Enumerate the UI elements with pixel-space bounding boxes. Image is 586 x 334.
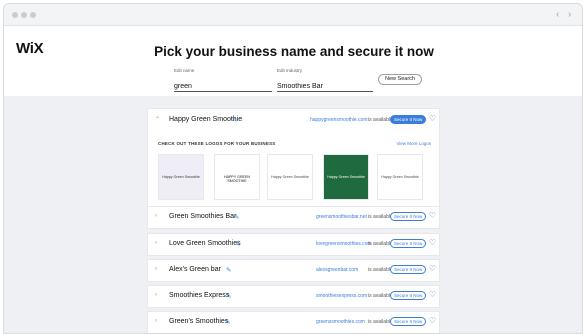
result-row[interactable]: › Green Smoothies Bar ✎ greensmoothiesbar.n…: [148, 207, 441, 229]
window-control-dot[interactable]: [12, 12, 18, 18]
featured-result-row[interactable]: ⌃ Happy Green Smoothie ✎ happygreensmoot…: [148, 110, 441, 132]
results-area: ⌃ Happy Green Smoothie ✎ happygreensmoot…: [4, 96, 582, 333]
edit-pencil-icon[interactable]: ✎: [235, 240, 240, 248]
logos-heading: CHECK OUT THESE LOGOS FOR YOUR BUSINESS: [158, 141, 276, 146]
chevron-right-icon[interactable]: ›: [155, 213, 157, 219]
featured-result-card: ⌃ Happy Green Smoothie ✎ happygreensmoot…: [147, 108, 440, 208]
logo-thumbnail-text: Happy Green Smoothie: [162, 175, 200, 179]
result-row[interactable]: › Alex's Green bar ✎ alexsgreenbar.com is av…: [148, 260, 441, 282]
search-header: WiX Pick your business name and secure i…: [4, 26, 582, 96]
result-card[interactable]: › Alex's Green bar ✎ alexsgreenbar.com is av…: [147, 259, 440, 282]
logo-thumbnail[interactable]: Happy Green Smoothie: [377, 154, 423, 200]
browser-toolbar: ‹ ›: [4, 4, 582, 26]
window-control-dot[interactable]: [30, 12, 36, 18]
secure-it-now-button[interactable]: Secure It Now: [390, 115, 427, 124]
back-arrow-icon[interactable]: ‹: [556, 9, 559, 21]
business-name: Alex's Green bar: [169, 266, 221, 273]
logo-thumbnail-text: Happy Green Smoothie: [327, 175, 365, 179]
forward-arrow-icon[interactable]: ›: [568, 9, 571, 21]
logo-thumbnail[interactable]: HAPPY GREEN SMOOTHIE: [214, 154, 260, 200]
result-card[interactable]: › Love Green Smoothies ✎ lovegreensmoothies…: [147, 233, 440, 256]
logo-thumbnail-text: Happy Green Smoothie: [381, 175, 419, 179]
heart-icon[interactable]: ♡: [429, 114, 436, 124]
result-card[interactable]: › Smoothies Express ✎ smoothiesexpress.com i…: [147, 285, 440, 308]
logo-thumbnail[interactable]: Happy Green Smoothie: [323, 154, 369, 200]
chevron-right-icon[interactable]: ›: [155, 266, 157, 272]
heart-icon[interactable]: ♡: [429, 290, 436, 300]
new-search-button[interactable]: New Search: [378, 74, 422, 85]
logo-thumbnail[interactable]: Happy Green Smoothie: [158, 154, 204, 200]
business-name: Smoothies Express: [169, 292, 230, 299]
result-card[interactable]: › Green Smoothies Bar ✎ greensmoothiesbar.n…: [147, 206, 440, 229]
domain-link[interactable]: alexsgreenbar.com: [316, 267, 358, 273]
edit-industry-field: Edit Industry: [277, 68, 373, 93]
heart-icon[interactable]: ♡: [429, 316, 436, 326]
browser-window: ‹ › WiX Pick your business name and secu…: [3, 3, 583, 334]
result-row[interactable]: › Green's Smoothies ✎ greenssmoothies.com is…: [148, 312, 441, 333]
heart-icon[interactable]: ♡: [429, 238, 436, 248]
window-control-dot[interactable]: [21, 12, 27, 18]
logo-thumbnail[interactable]: Happy Green Smoothie: [267, 154, 313, 200]
chevron-right-icon[interactable]: ›: [155, 318, 157, 324]
secure-it-now-button[interactable]: Secure It Now: [390, 265, 427, 274]
business-name: Love Green Smoothies: [169, 240, 241, 247]
chevron-right-icon[interactable]: ›: [155, 292, 157, 298]
business-name: Green's Smoothies: [169, 318, 229, 325]
heart-icon[interactable]: ♡: [429, 211, 436, 221]
edit-name-input[interactable]: [174, 82, 272, 92]
chevron-right-icon[interactable]: ›: [155, 240, 157, 246]
edit-pencil-icon[interactable]: ✎: [226, 266, 231, 274]
secure-it-now-button[interactable]: Secure It Now: [390, 239, 427, 248]
view-more-logos-link[interactable]: View More Logos: [396, 141, 431, 146]
domain-link[interactable]: greenssmoothies.com: [316, 319, 365, 325]
edit-pencil-icon[interactable]: ✎: [225, 318, 230, 326]
edit-pencil-icon[interactable]: ✎: [232, 116, 237, 124]
edit-industry-label: Edit Industry: [277, 68, 303, 73]
edit-industry-input[interactable]: [277, 82, 373, 92]
logo-thumbnail-text: HAPPY GREEN SMOOTHIE: [224, 175, 250, 183]
chevron-up-icon[interactable]: ⌃: [155, 116, 160, 123]
secure-it-now-button[interactable]: Secure It Now: [390, 291, 427, 300]
domain-link[interactable]: lovegreensmoothies.com: [316, 241, 372, 247]
edit-pencil-icon[interactable]: ✎: [234, 213, 239, 221]
edit-name-label: Edit name: [174, 68, 195, 73]
domain-link[interactable]: happygreensmoothie.com: [310, 117, 368, 123]
result-card[interactable]: › Green's Smoothies ✎ greenssmoothies.com is…: [147, 311, 441, 333]
secure-it-now-button[interactable]: Secure It Now: [390, 317, 427, 326]
logo-thumbnail-text: Happy Green Smoothie: [271, 175, 309, 179]
result-row[interactable]: › Smoothies Express ✎ smoothiesexpress.com i…: [148, 286, 441, 308]
secure-it-now-button[interactable]: Secure It Now: [390, 212, 427, 221]
business-name: Green Smoothies Bar: [169, 213, 237, 220]
result-row[interactable]: › Love Green Smoothies ✎ lovegreensmoothies…: [148, 234, 441, 256]
edit-pencil-icon[interactable]: ✎: [226, 292, 231, 300]
domain-link[interactable]: greensmoothiesbar.net: [316, 214, 367, 220]
domain-link[interactable]: smoothiesexpress.com: [316, 293, 367, 299]
edit-name-field: Edit name: [174, 68, 272, 93]
heart-icon[interactable]: ♡: [429, 264, 436, 274]
page-title: Pick your business name and secure it no…: [154, 44, 434, 59]
